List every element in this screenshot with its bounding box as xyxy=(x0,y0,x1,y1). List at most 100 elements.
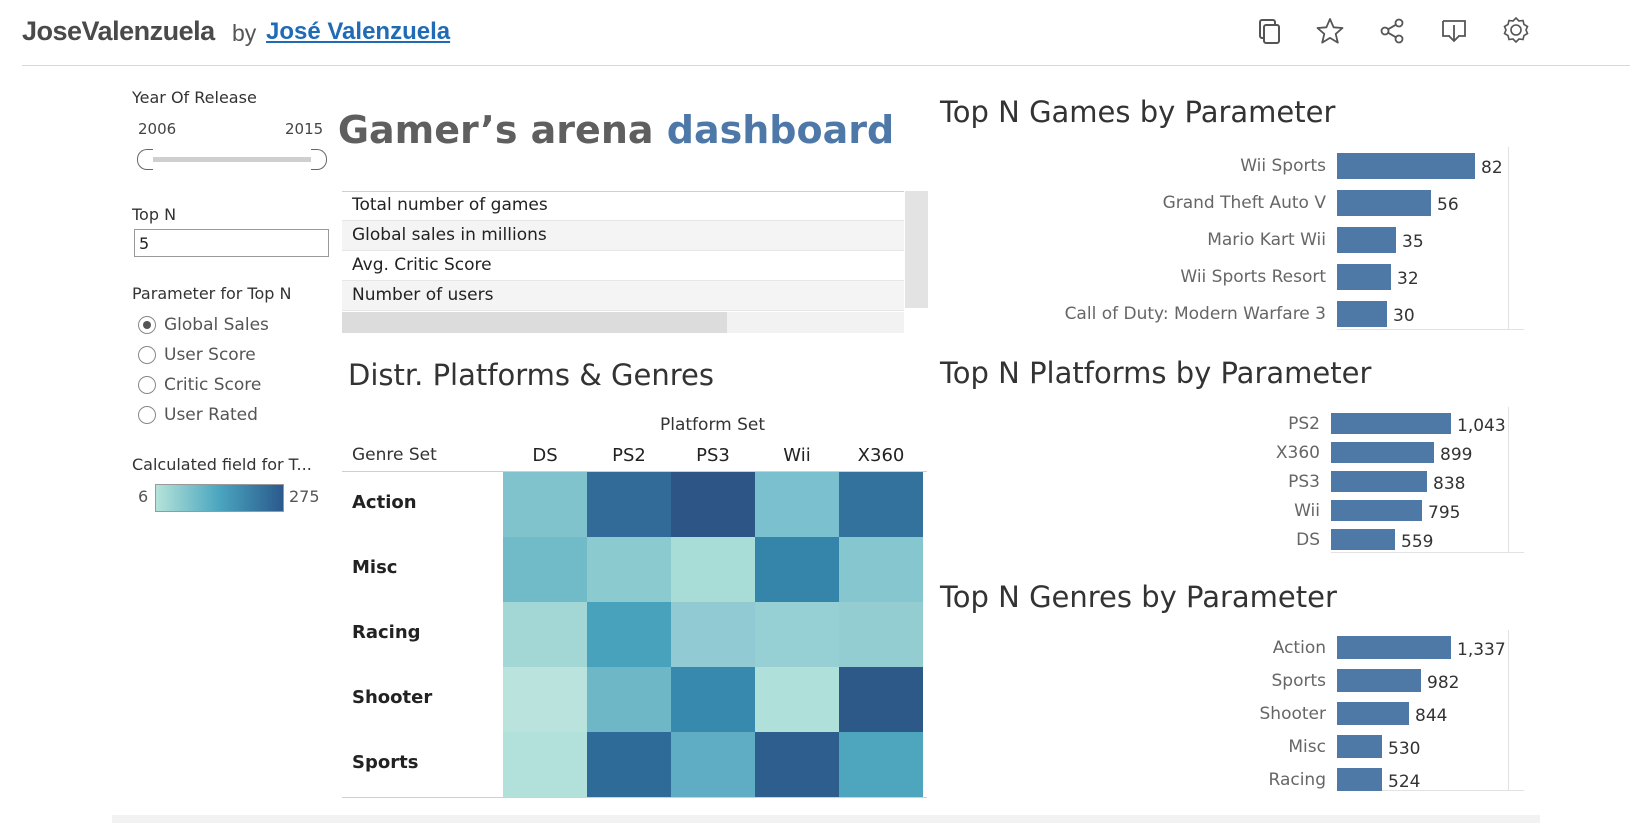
bar-category-label: Shooter xyxy=(1259,703,1326,724)
bar[interactable] xyxy=(1331,471,1427,492)
heatmap-cell[interactable] xyxy=(755,537,839,602)
heatmap-cell[interactable] xyxy=(587,732,671,797)
radio-user-score[interactable]: User Score xyxy=(138,345,256,365)
top-platforms-title: Top N Platforms by Parameter xyxy=(940,356,1372,390)
bar-value-label: 30 xyxy=(1393,306,1415,326)
year-slider-min-handle[interactable] xyxy=(137,149,153,170)
bar-value-label: 795 xyxy=(1428,502,1461,523)
radio-unselected-icon xyxy=(138,376,156,394)
heatmap-cell[interactable] xyxy=(671,602,755,667)
bar[interactable] xyxy=(1337,702,1409,725)
radio-global-sales[interactable]: Global Sales xyxy=(138,315,269,335)
bar[interactable] xyxy=(1337,669,1421,692)
title-accent: dashboard xyxy=(666,108,895,152)
topn-input[interactable] xyxy=(134,229,329,257)
heatmap-cell[interactable] xyxy=(503,537,587,602)
author-link[interactable]: José Valenzuela xyxy=(266,18,450,46)
heatmap-cell[interactable] xyxy=(503,732,587,797)
radio-label: User Score xyxy=(164,345,256,365)
year-max-value: 2015 xyxy=(285,120,324,138)
heatmap-cell[interactable] xyxy=(839,537,923,602)
heatmap-cell[interactable] xyxy=(755,602,839,667)
bar-gridline xyxy=(1508,407,1509,552)
bar-category-label: Sports xyxy=(1271,670,1327,691)
bottom-toolbar-strip xyxy=(112,815,1540,823)
bar-axis-baseline xyxy=(1337,329,1524,330)
bar-category-label: Misc xyxy=(1288,736,1326,757)
bar[interactable] xyxy=(1331,529,1395,550)
bar[interactable] xyxy=(1337,227,1396,253)
heatmap-column-label: Wii xyxy=(783,445,811,466)
bar[interactable] xyxy=(1337,153,1475,179)
radio-unselected-icon xyxy=(138,346,156,364)
kpi-scroll-thumb[interactable] xyxy=(342,312,727,333)
radio-label: Critic Score xyxy=(164,375,262,395)
heatmap-cell[interactable] xyxy=(503,667,587,732)
bar[interactable] xyxy=(1337,190,1431,216)
award-icon[interactable] xyxy=(1501,16,1531,46)
bar[interactable] xyxy=(1337,768,1382,791)
heatmap-cell[interactable] xyxy=(839,667,923,732)
kpi-horizontal-scrollbar[interactable] xyxy=(342,312,904,333)
bar[interactable] xyxy=(1331,442,1434,463)
heatmap-cell[interactable] xyxy=(755,667,839,732)
heatmap-column-header: Platform Set xyxy=(660,415,766,435)
radio-label: Global Sales xyxy=(164,315,269,335)
copy-icon[interactable] xyxy=(1254,16,1284,46)
heatmap-cell[interactable] xyxy=(839,602,923,667)
radio-user-rated[interactable]: User Rated xyxy=(138,405,258,425)
heatmap-row-label: Sports xyxy=(352,752,419,773)
heatmap-cell[interactable] xyxy=(587,667,671,732)
download-icon[interactable] xyxy=(1439,16,1469,46)
color-legend-label: Calculated field for T... xyxy=(132,455,312,474)
year-slider-track[interactable] xyxy=(144,157,316,162)
radio-label: User Rated xyxy=(164,405,258,425)
bar-category-label: Wii Sports Resort xyxy=(1180,267,1326,287)
heatmap-cell[interactable] xyxy=(587,537,671,602)
bar-value-label: 1,337 xyxy=(1457,639,1506,660)
topn-label: Top N xyxy=(132,205,177,224)
star-icon[interactable] xyxy=(1315,16,1345,46)
bar-value-label: 844 xyxy=(1415,705,1448,726)
year-min-value: 2006 xyxy=(138,120,177,138)
bar-category-label: Racing xyxy=(1268,769,1327,790)
bar-category-label: PS2 xyxy=(1288,413,1320,434)
heatmap-cell[interactable] xyxy=(671,732,755,797)
bar[interactable] xyxy=(1337,735,1382,758)
heatmap-cell[interactable] xyxy=(671,472,755,537)
heatmap-row-label: Racing xyxy=(352,622,421,643)
bar[interactable] xyxy=(1337,264,1391,290)
heatmap-cell[interactable] xyxy=(839,732,923,797)
heatmap-cell[interactable] xyxy=(755,472,839,537)
heatmap-bottom-border xyxy=(342,797,927,798)
share-icon[interactable] xyxy=(1377,16,1407,46)
bar[interactable] xyxy=(1331,500,1422,521)
heatmap-cell[interactable] xyxy=(503,602,587,667)
heatmap-cell[interactable] xyxy=(839,472,923,537)
bar-value-label: 524 xyxy=(1388,771,1421,792)
by-label: by xyxy=(232,20,257,46)
heatmap-row-label: Misc xyxy=(352,557,398,578)
title-main: Gamer’s arena xyxy=(337,108,667,152)
year-slider-max-handle[interactable] xyxy=(311,149,327,170)
radio-critic-score[interactable]: Critic Score xyxy=(138,375,261,395)
heatmap-cell[interactable] xyxy=(671,667,755,732)
bar-category-label: Grand Theft Auto V xyxy=(1162,193,1326,213)
kpi-vertical-scrollbar[interactable] xyxy=(905,191,928,308)
bar[interactable] xyxy=(1331,413,1451,434)
bar[interactable] xyxy=(1337,636,1451,659)
bar-category-label: Mario Kart Wii xyxy=(1207,230,1326,250)
heatmap-cell[interactable] xyxy=(503,472,587,537)
heatmap-column-label: X360 xyxy=(857,445,905,466)
heatmap-cell[interactable] xyxy=(671,537,755,602)
bar-gridline xyxy=(1508,147,1509,329)
top-games-title: Top N Games by Parameter xyxy=(940,95,1336,129)
bar[interactable] xyxy=(1337,301,1387,327)
heatmap-cell[interactable] xyxy=(587,602,671,667)
kpi-row: Global sales in millions xyxy=(342,221,904,251)
bar-value-label: 899 xyxy=(1440,444,1473,465)
dashboard-title: Gamer’s arena dashboard xyxy=(326,108,906,152)
heatmap-cell[interactable] xyxy=(755,732,839,797)
top-bar: JoseValenzuela by José Valenzuela xyxy=(22,0,1630,66)
heatmap-cell[interactable] xyxy=(587,472,671,537)
